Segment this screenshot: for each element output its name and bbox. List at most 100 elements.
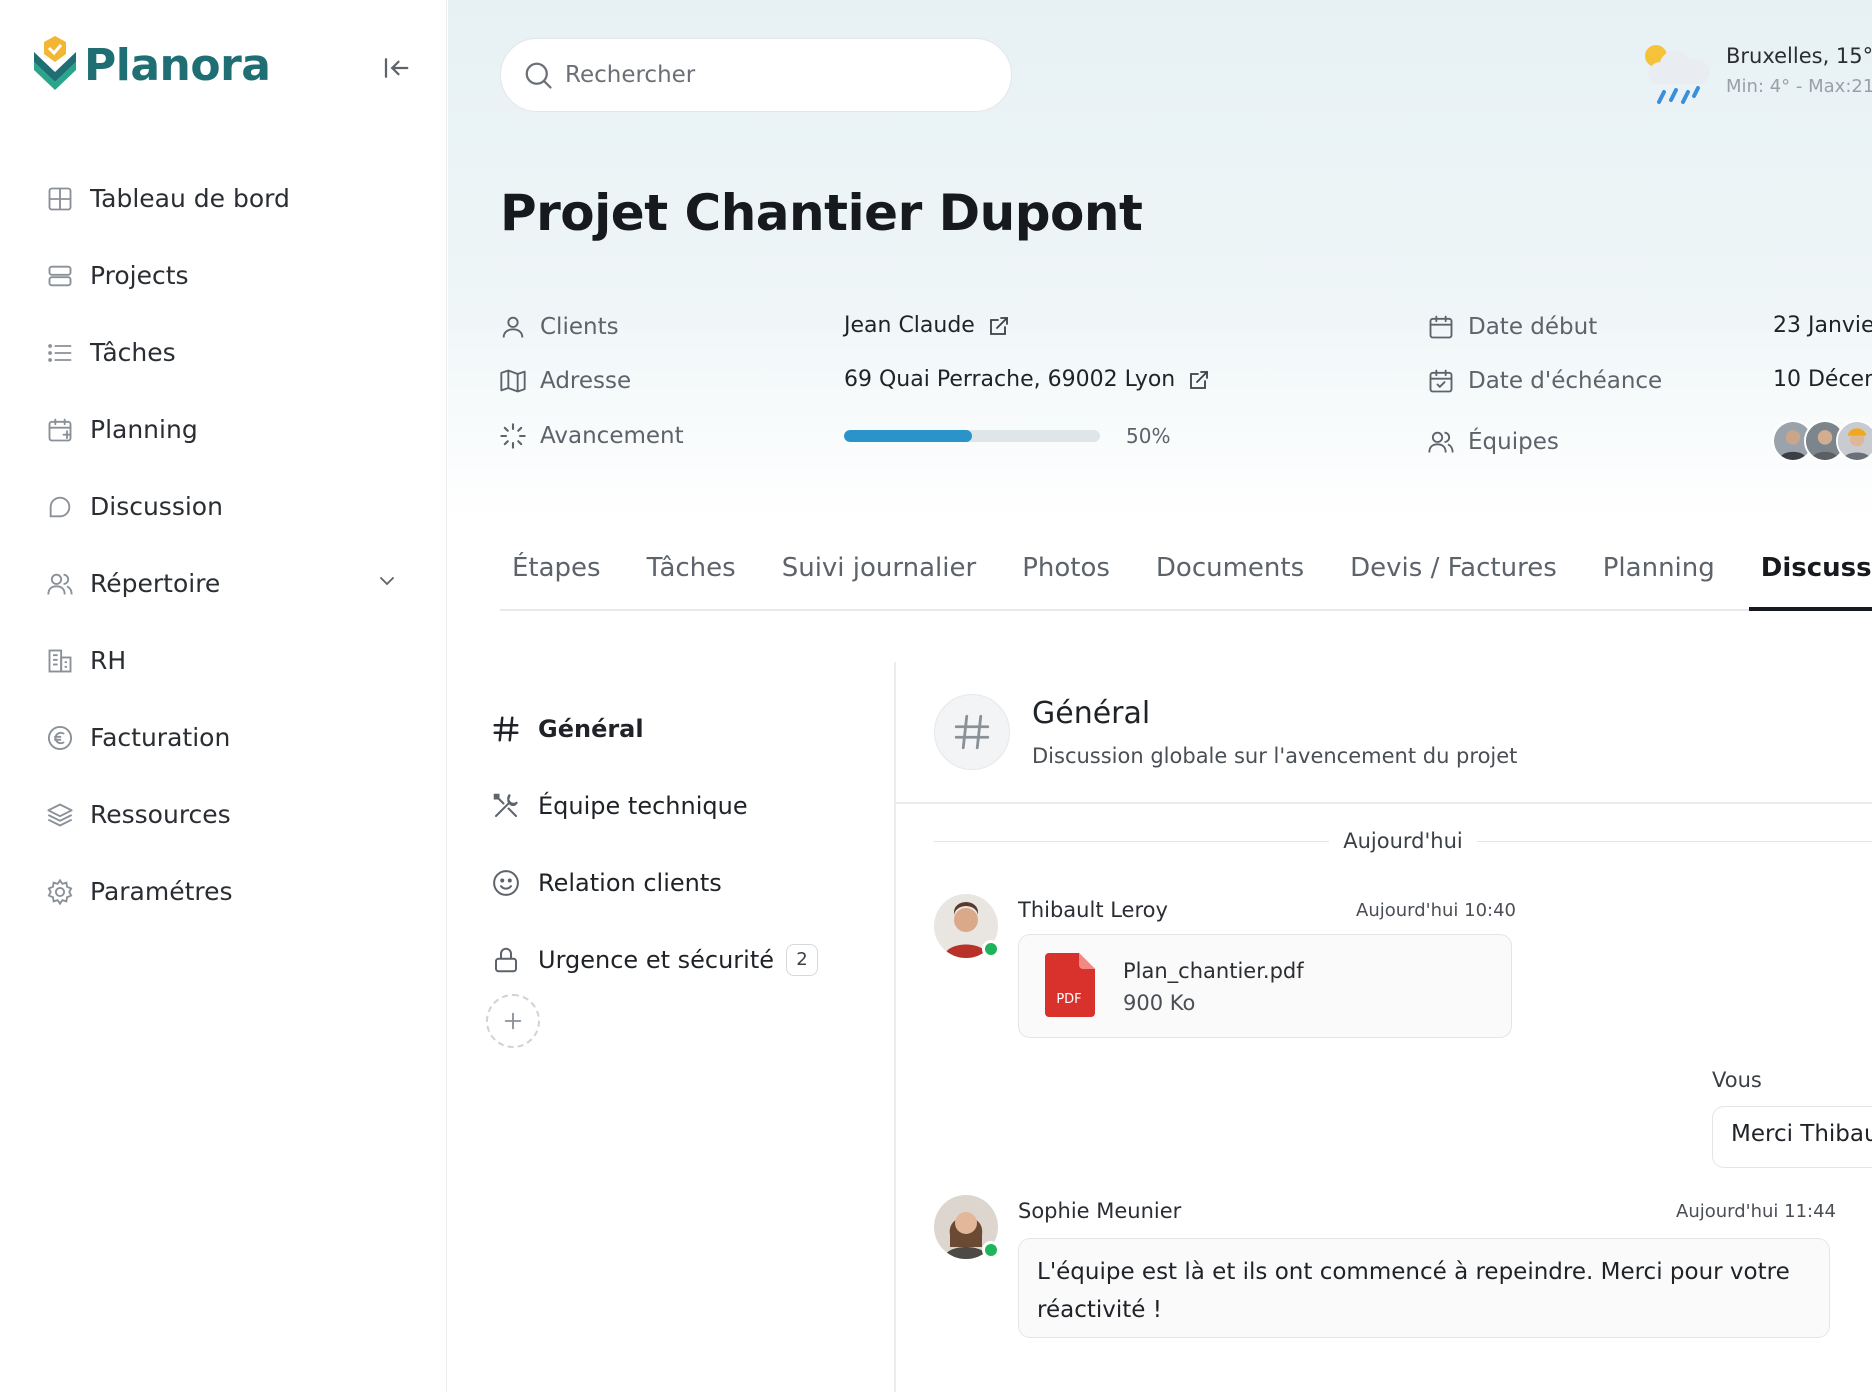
sidebar-item-label: Discussion [90, 492, 223, 521]
address-link[interactable]: 69 Quai Perrache, 69002 Lyon [844, 367, 1211, 392]
channel-equipe-technique[interactable]: Équipe technique [488, 767, 848, 844]
sidebar-item-label: RH [90, 646, 127, 675]
collapse-left-icon [384, 58, 409, 78]
meta-label: Avancement [540, 423, 684, 449]
meta-clients: Clients [498, 312, 619, 342]
message-author: Sophie Meunier [1018, 1199, 1182, 1223]
calendar-check-icon [1429, 369, 1453, 393]
meta-avancement: Avancement [498, 421, 684, 451]
pdf-file-icon: PDF [1045, 953, 1095, 1017]
sidebar-item-label: Répertoire [90, 569, 221, 598]
progress-percent: 50% [1126, 424, 1171, 448]
sidebar-item-facturation[interactable]: Facturation [0, 699, 447, 776]
tools-icon [493, 793, 518, 817]
euro-icon [47, 725, 73, 750]
channel-general[interactable]: Général [488, 690, 848, 767]
online-status-dot [982, 940, 1000, 958]
chevron-down-icon[interactable] [375, 569, 399, 593]
meta-label: Date début [1468, 314, 1598, 340]
gear-icon [47, 878, 73, 905]
sidebar-item-label: Tâches [90, 338, 176, 367]
collapse-sidebar-button[interactable] [378, 50, 414, 86]
sidebar-item-parametres[interactable]: Paramétres [0, 853, 447, 930]
sidebar-item-label: Projects [90, 261, 189, 290]
channel-label: Urgence et sécurité [538, 945, 775, 974]
search-bar[interactable] [500, 38, 1012, 112]
channel-relation-clients[interactable]: Relation clients [488, 844, 848, 921]
sidebar-item-taches[interactable]: Tâches [0, 314, 447, 391]
sidebar-item-projects[interactable]: Projects [0, 237, 447, 314]
tab-discussion[interactable]: Discussion [1748, 545, 1872, 611]
meta-equipes: Équipes [1426, 427, 1559, 457]
chat-header: Général Discussion globale sur l'avencem… [896, 662, 1872, 804]
weather-city: Bruxelles, 15° [1726, 44, 1872, 68]
day-separator: Aujourd'hui [934, 826, 1872, 856]
tab-documents[interactable]: Documents [1144, 545, 1316, 611]
dashboard-icon [48, 187, 72, 210]
avatar [1836, 420, 1872, 462]
main-content: Bruxelles, 15° Min: 4° - Max:21° Projet … [448, 0, 1872, 1392]
meta-label: Clients [540, 314, 619, 340]
client-link[interactable]: Jean Claude [844, 313, 1011, 338]
projects-icon [48, 265, 72, 286]
external-link-icon[interactable] [987, 314, 1011, 338]
sidebar-item-discussion[interactable]: Discussion [0, 468, 447, 545]
weather-minmax: Min: 4° - Max:21° [1726, 76, 1872, 97]
message-author: Vous [1712, 1068, 1762, 1092]
channel-list: Général Équipe technique Relation client… [488, 690, 848, 998]
start-date: 23 Janvier [1773, 313, 1872, 338]
progress: 50% [844, 424, 1170, 448]
sidebar-item-label: Paramétres [90, 877, 233, 906]
building-icon [48, 649, 72, 672]
unread-badge: 2 [786, 943, 819, 976]
channel-label: Relation clients [538, 868, 722, 897]
channel-label: Général [538, 714, 644, 743]
sidebar-item-tableau-de-bord[interactable]: Tableau de bord [0, 160, 447, 237]
sidebar-item-label: Ressources [90, 800, 231, 829]
tab-suivi-journalier[interactable]: Suivi journalier [770, 545, 988, 611]
channel-label: Équipe technique [538, 791, 748, 820]
weather-info: Bruxelles, 15° Min: 4° - Max:21° [1726, 40, 1872, 97]
sidebar: Planora Tableau de bord Projects Tâches … [0, 0, 447, 1392]
online-status-dot [982, 1241, 1000, 1259]
meta-adresse: Adresse [498, 366, 631, 396]
search-input[interactable] [565, 62, 985, 88]
app-logo[interactable]: Planora [30, 36, 271, 94]
users-icon [47, 573, 73, 595]
file-name: Plan_chantier.pdf [1123, 959, 1304, 983]
add-channel-button[interactable] [486, 994, 540, 1048]
tab-taches[interactable]: Tâches [635, 545, 748, 611]
channel-urgence-securite[interactable]: Urgence et sécurité 2 [488, 921, 848, 998]
sidebar-item-ressources[interactable]: Ressources [0, 776, 447, 853]
user-icon [502, 316, 524, 338]
chat-icon [49, 496, 71, 517]
client-name: Jean Claude [844, 313, 975, 338]
tab-devis-factures[interactable]: Devis / Factures [1338, 545, 1569, 611]
map-icon [500, 369, 526, 393]
file-attachment[interactable]: PDF Plan_chantier.pdf 900 Ko [1018, 934, 1512, 1038]
sidebar-item-label: Facturation [90, 723, 231, 752]
day-label: Aujourd'hui [1343, 829, 1463, 853]
calendar-add-icon [48, 418, 72, 441]
sidebar-item-repertoire[interactable]: Répertoire [0, 545, 447, 622]
separator-line [934, 840, 1330, 842]
smile-icon [493, 869, 519, 896]
meta-label: Date d'échéance [1468, 368, 1663, 394]
tab-etapes[interactable]: Étapes [500, 545, 613, 611]
team-avatars[interactable] [1772, 420, 1872, 462]
sidebar-item-label: Planning [90, 415, 198, 444]
tab-planning[interactable]: Planning [1591, 545, 1727, 611]
message-time: Aujourd'hui 10:40 [1356, 900, 1517, 921]
app-name: Planora [84, 39, 271, 91]
external-link-icon[interactable] [1187, 368, 1211, 392]
tab-photos[interactable]: Photos [1010, 545, 1122, 611]
meta-label: Adresse [540, 368, 632, 394]
planora-logo-icon [34, 36, 76, 90]
progress-fill [844, 430, 972, 442]
page-title: Projet Chantier Dupont [500, 184, 1143, 242]
layers-icon [47, 803, 73, 826]
hash-icon [493, 716, 519, 741]
plus-icon [504, 1012, 522, 1030]
sidebar-item-planning[interactable]: Planning [0, 391, 447, 468]
sidebar-item-rh[interactable]: RH [0, 622, 447, 699]
